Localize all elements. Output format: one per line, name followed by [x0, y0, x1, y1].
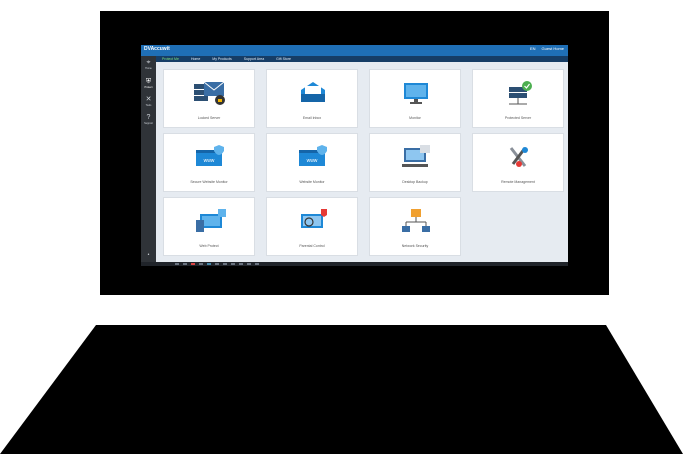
tile-network-security[interactable]: Network Security: [369, 197, 461, 256]
www-monitor-icon: www: [299, 145, 327, 166]
tools-icon: ✕: [145, 96, 152, 103]
svg-text:www: www: [307, 158, 318, 164]
tile-web-protect[interactable]: Web Protect: [163, 197, 255, 256]
tile-caption: Website Monitor: [299, 180, 325, 184]
tile-monitor[interactable]: Monitor: [369, 69, 461, 128]
tile-caption: Email Inbox: [302, 116, 322, 120]
taskbar-icon[interactable]: [207, 263, 211, 265]
tile-caption: Secure Website Monitor: [190, 180, 228, 184]
tile-locked-server[interactable]: Locked Server: [163, 69, 255, 128]
monitor-icon: [404, 83, 428, 104]
nav-item-gift-store[interactable]: Gift Store: [276, 56, 291, 62]
taskbar-icon[interactable]: [191, 263, 195, 265]
tile-caption: Remote Management: [501, 180, 535, 184]
device-protect-icon: [196, 209, 226, 232]
nav-item-protect-me[interactable]: Protect Me: [162, 56, 179, 62]
tools-remote-icon: [509, 147, 528, 167]
tile-remote-management[interactable]: Remote Management: [472, 133, 564, 192]
router-icon: ⌖: [146, 59, 151, 66]
tile-desktop-backup[interactable]: Desktop Backup: [369, 133, 461, 192]
shield-icon: ⛨: [145, 78, 152, 85]
tile-email-inbox[interactable]: Email Inbox: [266, 69, 358, 128]
sidebar-item-support[interactable]: ? Support: [141, 114, 156, 125]
tile-caption: Monitor: [409, 116, 421, 120]
tile-website-monitor[interactable]: www Website Monitor: [266, 133, 358, 192]
taskbar-icon[interactable]: [239, 263, 243, 265]
network-tree-icon: [402, 209, 430, 232]
tile-caption: Locked Server: [197, 116, 221, 120]
tile-caption: Desktop Backup: [402, 180, 428, 184]
app-screen: DVAccuwit EN Guest Home Protect Me Home …: [141, 45, 568, 262]
sidebar-item-protect[interactable]: ⛨ Protect: [141, 78, 156, 89]
nav-item-my-products[interactable]: My Products: [212, 56, 231, 62]
help-icon: ?: [146, 114, 151, 121]
account-button[interactable]: Guest Home: [542, 46, 564, 51]
tile-caption: Protected Server: [504, 116, 532, 120]
taskbar-icon[interactable]: [231, 263, 235, 265]
search-alert-icon: [301, 209, 327, 228]
sidebar-item-tools[interactable]: ✕ Tools: [141, 96, 156, 107]
nav-item-home[interactable]: Home: [191, 56, 200, 62]
taskbar-icon[interactable]: [175, 263, 179, 265]
www-shield-icon: www: [196, 145, 224, 166]
taskbar-icon[interactable]: [223, 263, 227, 265]
server-check-icon: [509, 81, 532, 105]
taskbar-icon[interactable]: [199, 263, 203, 265]
taskbar-icon[interactable]: [215, 263, 219, 265]
taskbar-icon[interactable]: [255, 263, 259, 265]
bulb-icon[interactable]: •: [141, 252, 156, 258]
tile-protected-server[interactable]: Protected Server: [472, 69, 564, 128]
desktop-backup-icon: [402, 145, 430, 167]
sidebar-item-home[interactable]: ⌖ Home: [141, 59, 156, 70]
tile-caption: Network Security: [401, 244, 429, 248]
taskbar: [141, 262, 568, 266]
topbar-actions: EN Guest Home: [530, 46, 564, 51]
nav-item-support-area[interactable]: Support Area: [244, 56, 264, 62]
tile-parental-control[interactable]: Parental Control: [266, 197, 358, 256]
svg-text:www: www: [204, 158, 215, 164]
sidebar: ⌖ Home ⛨ Protect ✕ Tools ? Support •: [141, 56, 156, 262]
taskbar-icon[interactable]: [183, 263, 187, 265]
app-brand: DVAccuwit: [144, 46, 170, 52]
tile-caption: Parental Control: [299, 244, 325, 248]
server-lock-icon: [194, 81, 225, 105]
mail-tray-icon: [301, 82, 325, 102]
tile-secure-website-monitor[interactable]: www Secure Website Monitor: [163, 133, 255, 192]
top-bar: DVAccuwit EN Guest Home: [141, 45, 568, 56]
language-button[interactable]: EN: [530, 46, 536, 51]
nav-bar: Protect Me Home My Products Support Area…: [156, 56, 568, 62]
taskbar-icon[interactable]: [247, 263, 251, 265]
tile-caption: Web Protect: [199, 244, 219, 248]
